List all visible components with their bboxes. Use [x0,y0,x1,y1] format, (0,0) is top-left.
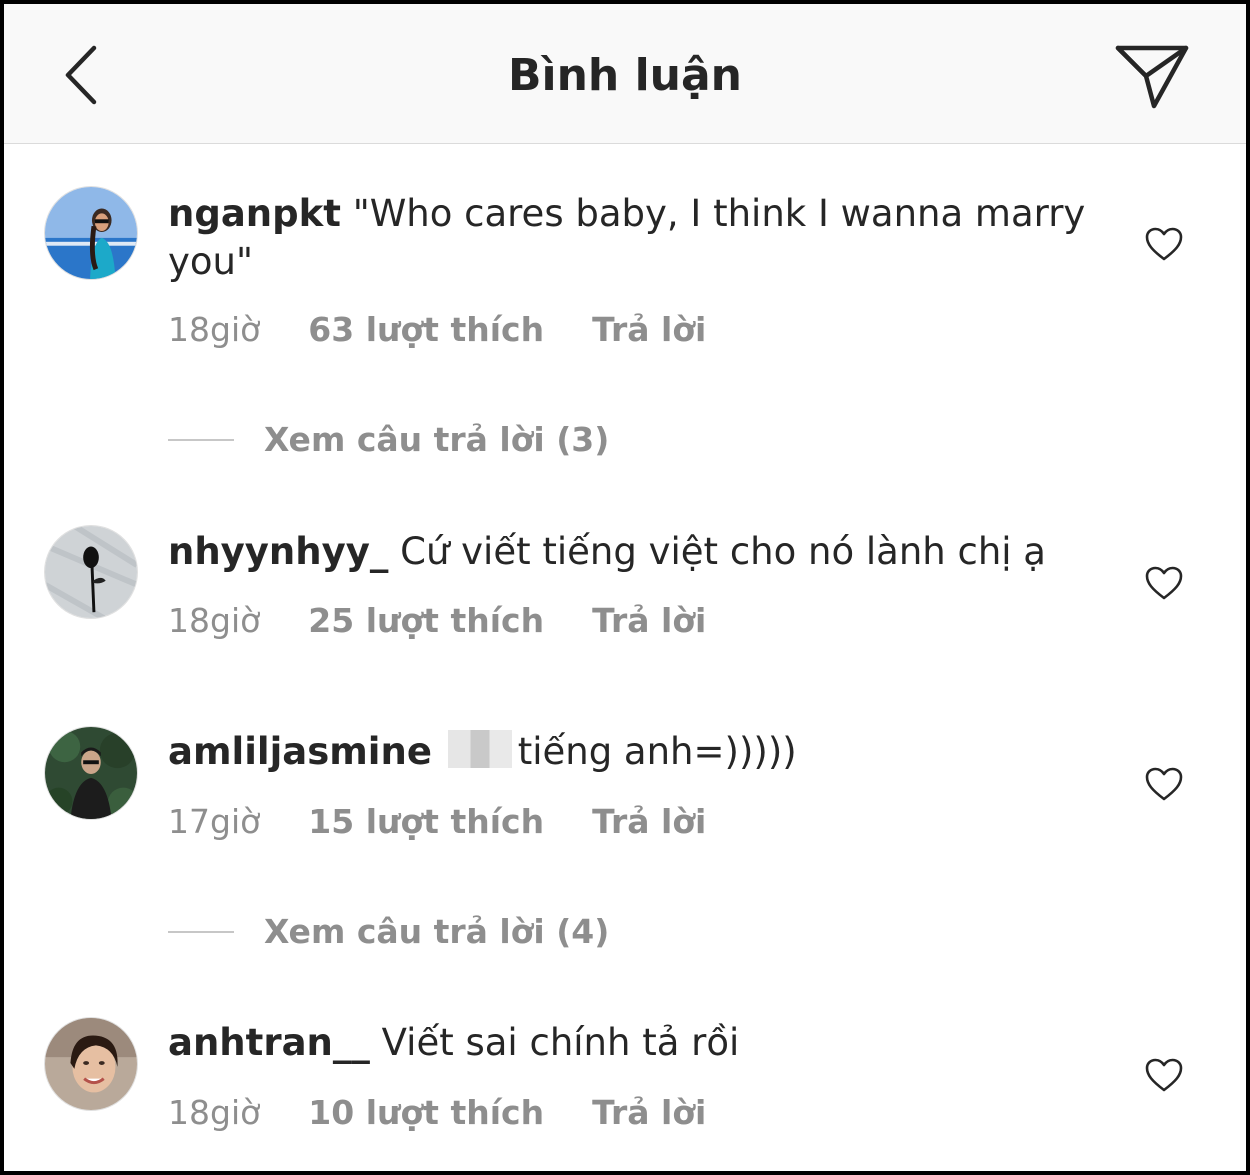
heart-outline-icon [1145,1058,1183,1092]
heart-outline-icon [1145,566,1183,600]
reply-button[interactable]: Trả lời [592,1093,706,1132]
comment-meta: 17giờ 15 lượt thích Trả lời [168,802,706,841]
like-button[interactable] [1144,766,1184,802]
view-replies-button[interactable]: Xem câu trả lời (3) [168,420,609,459]
comment-time: 18giờ [168,1093,261,1132]
like-button[interactable] [1144,565,1184,601]
comment-text: nganpkt "Who cares baby, I think I wanna… [168,190,1088,286]
comment-time: 18giờ [168,601,261,640]
page-title: Bình luận [507,50,742,101]
comment-body: Cứ viết tiếng việt cho nó lành chị ạ [400,530,1046,573]
paper-plane-icon [1115,45,1189,109]
comment-username[interactable]: amliljasmine [168,730,432,773]
avatar[interactable] [44,1017,138,1111]
comment-username[interactable]: anhtran__ [168,1021,370,1064]
comment-likes[interactable]: 10 lượt thích [308,1093,544,1132]
comment-likes[interactable]: 15 lượt thích [308,802,544,841]
heart-outline-icon [1145,227,1183,261]
like-button[interactable] [1144,1057,1184,1093]
avatar[interactable] [44,525,138,619]
comment-text: nhyynhyy_ Cứ viết tiếng việt cho nó lành… [168,528,1088,576]
header-bar: Bình luận [4,4,1246,144]
reply-button[interactable]: Trả lời [592,601,706,640]
share-button[interactable] [1114,42,1190,112]
comments-screen: Bình luận nganpkt "Who cares baby, I thi… [0,0,1250,1175]
comment-text: anhtran__ Viết sai chính tả rồi [168,1019,1088,1067]
comment-body: Viết sai chính tả rồi [381,1021,740,1064]
comment-meta: 18giờ 25 lượt thích Trả lời [168,601,706,640]
redacted-text-block [447,730,512,768]
comment-likes[interactable]: 25 lượt thích [308,601,544,640]
comment-username[interactable]: nhyynhyy_ [168,530,388,573]
comment-time: 17giờ [168,802,261,841]
reply-button[interactable]: Trả lời [592,310,706,349]
reply-button[interactable]: Trả lời [592,802,706,841]
comment-body: tiếng anh=))))) [517,730,797,773]
comment-likes[interactable]: 63 lượt thích [308,310,544,349]
comment-time: 18giờ [168,310,261,349]
comment-meta: 18giờ 10 lượt thích Trả lời [168,1093,706,1132]
view-replies-label: Xem câu trả lời (4) [264,912,610,951]
replies-divider [168,438,234,441]
comment-meta: 18giờ 63 lượt thích Trả lời [168,310,706,349]
comment-username[interactable]: nganpkt [168,192,341,235]
heart-outline-icon [1145,767,1183,801]
view-replies-label: Xem câu trả lời (3) [264,420,610,459]
like-button[interactable] [1144,226,1184,262]
avatar[interactable] [44,186,138,280]
replies-divider [168,930,234,933]
avatar[interactable] [44,726,138,820]
comment-text: amliljasmine tiếng anh=))))) [168,728,1088,776]
view-replies-button[interactable]: Xem câu trả lời (4) [168,912,609,951]
